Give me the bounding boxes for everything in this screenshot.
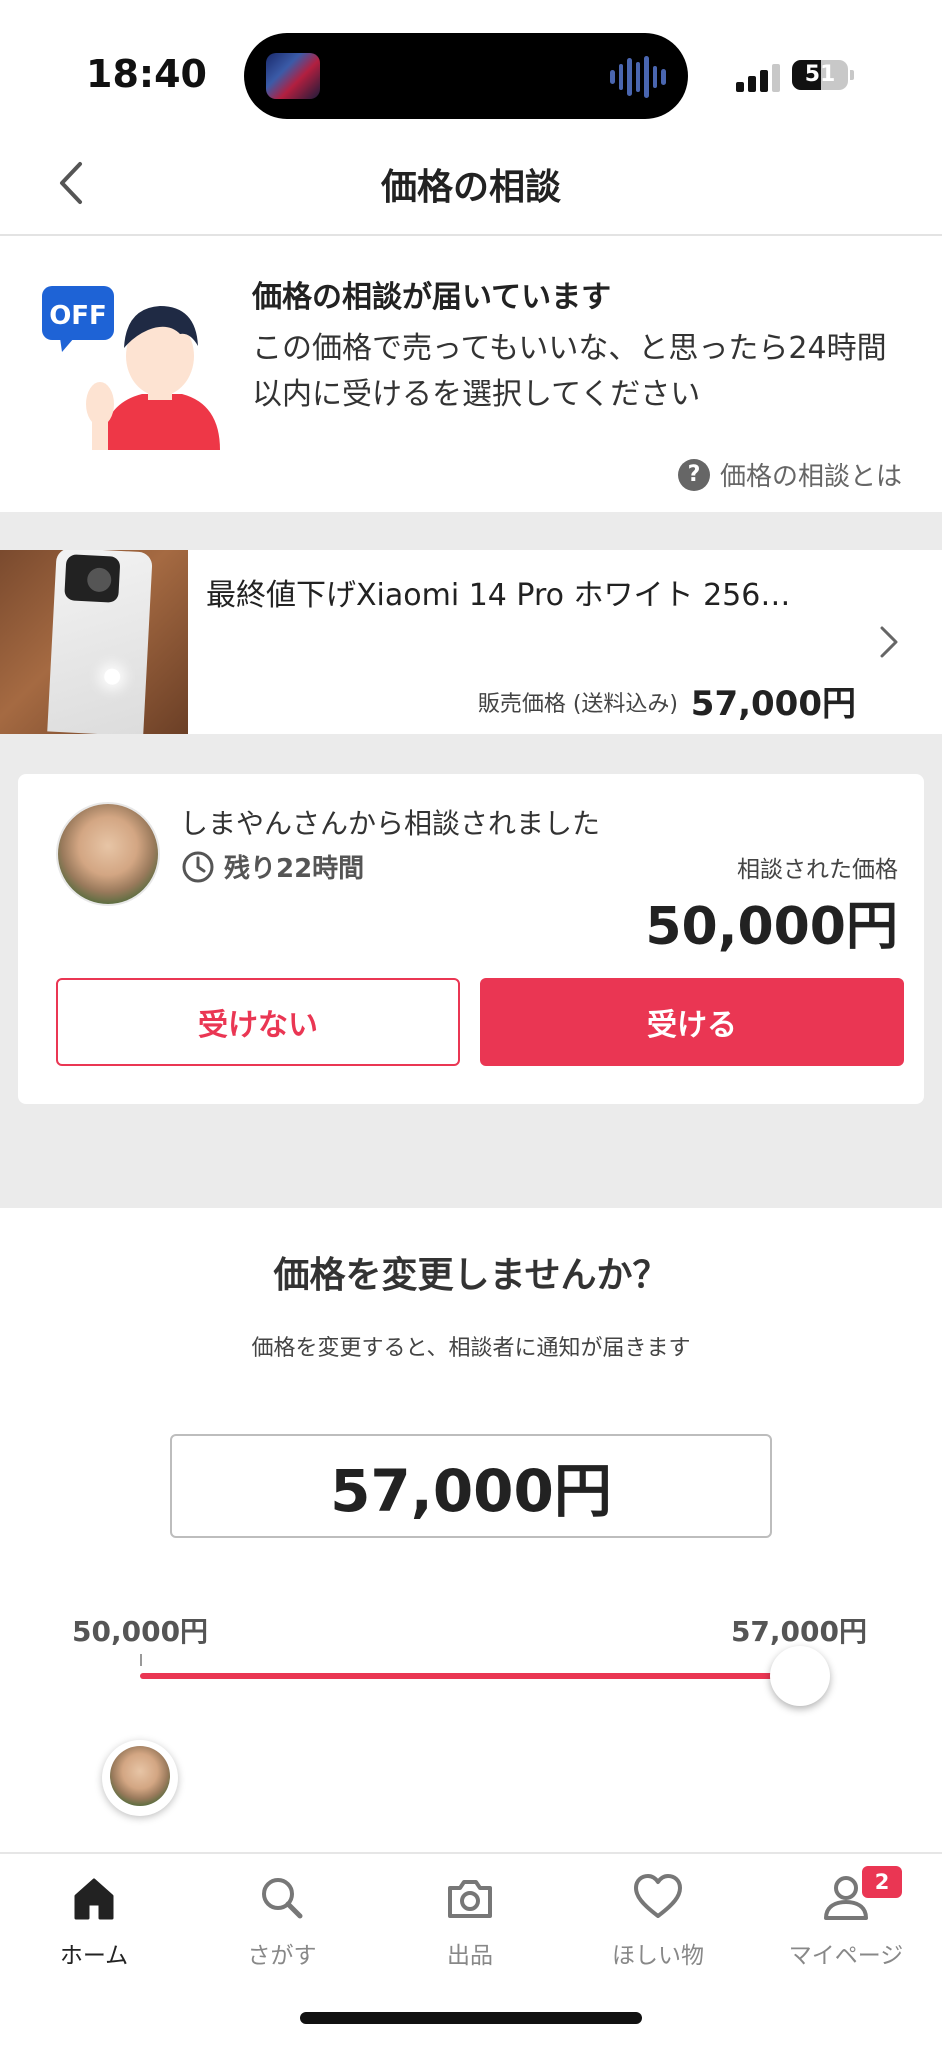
- price-input[interactable]: 57,000円: [170, 1434, 772, 1538]
- offered-price: 50,000円: [645, 897, 898, 957]
- notice-title: 価格の相談が届いています: [252, 280, 612, 315]
- help-link-label: 価格の相談とは: [719, 462, 902, 492]
- change-price-title: 価格を変更しませんか？: [273, 1255, 669, 1296]
- home-icon: [74, 1878, 114, 1920]
- audio-waveform-icon: [610, 55, 667, 99]
- slider-min-label: 50,000円: [72, 1615, 209, 1648]
- product-title: 最終値下げXiaomi 14 Pro ホワイト 256…: [206, 578, 791, 613]
- dynamic-island: [244, 33, 688, 119]
- offer-card: しまやんさんから相談されました 残り22時間 相談された価格 50,000円 受…: [18, 774, 924, 1104]
- product-row[interactable]: 最終値下げXiaomi 14 Pro ホワイト 256… 販売価格 (送料込み)…: [0, 550, 942, 734]
- home-indicator[interactable]: [300, 2012, 642, 2024]
- page-title: 価格の相談: [380, 167, 561, 208]
- now-playing-artwork: [266, 53, 320, 99]
- camera-icon: [448, 1880, 492, 1918]
- slider-max-label: 57,000円: [730, 1615, 867, 1648]
- battery-level: 51: [804, 62, 836, 87]
- price-slider-thumb[interactable]: [770, 1646, 830, 1706]
- help-link[interactable]: ? 価格の相談とは: [677, 456, 902, 493]
- product-thumbnail: [0, 550, 188, 734]
- battery-icon: 51: [792, 60, 848, 90]
- tab-mypage[interactable]: 2 マイページ: [752, 1866, 940, 1982]
- avatar: [110, 1746, 170, 1806]
- tab-sell-label: 出品: [447, 1943, 493, 1969]
- heart-icon: [634, 1874, 682, 1918]
- chevron-right-icon: [880, 626, 898, 658]
- notice-body: この価格で売ってもいいな、と思ったら24時間以内に受けるを選択してください: [252, 331, 887, 412]
- question-icon: ?: [677, 458, 710, 491]
- accept-button[interactable]: 受ける: [480, 978, 904, 1066]
- search-icon: [262, 1878, 303, 1919]
- navigation-bar: 価格の相談: [0, 130, 942, 236]
- tab-search-label: さがす: [247, 1943, 317, 1969]
- time-remaining-label: 残り22時間: [224, 854, 365, 884]
- status-bar: 18:40 51: [0, 0, 942, 130]
- tab-search[interactable]: さがす: [188, 1872, 376, 1982]
- tab-mypage-label: マイページ: [788, 1943, 904, 1969]
- sale-price: 57,000円: [690, 684, 856, 724]
- clock-icon: [182, 851, 214, 882]
- tab-sell[interactable]: 出品: [376, 1872, 564, 1982]
- avatar[interactable]: [56, 802, 160, 906]
- slider-offer-tick: [140, 1654, 142, 1666]
- tab-wishlist-label: ほしい物: [612, 1943, 704, 1969]
- notification-badge: 2: [862, 1866, 902, 1898]
- time-remaining: 残り22時間: [180, 848, 364, 885]
- change-price-subtitle: 価格を変更すると、相談者に通知が届きます: [251, 1336, 691, 1361]
- price-offer-illustration: OFF: [42, 286, 220, 450]
- offer-from-text: しまやんさんから相談されました: [180, 807, 601, 840]
- offered-price-label: 相談された価格: [737, 857, 898, 883]
- offerer-price-pin: [100, 1726, 180, 1818]
- sale-price-label: 販売価格 (送料込み): [477, 692, 678, 717]
- tab-wishlist[interactable]: ほしい物: [564, 1872, 752, 1982]
- offer-notice: OFF 価格の相談が届いています この価格で売ってもいいな、と思ったら24時間以…: [0, 236, 942, 512]
- decline-button[interactable]: 受けない: [56, 978, 460, 1066]
- status-time: 18:40: [86, 52, 207, 96]
- price-slider-fill: [140, 1673, 800, 1679]
- price-slider-track[interactable]: [140, 1673, 800, 1679]
- tab-home-label: ホーム: [59, 1943, 129, 1969]
- off-badge-text: OFF: [49, 301, 107, 331]
- cellular-signal-icon: [736, 62, 784, 92]
- tab-home[interactable]: ホーム: [0, 1872, 188, 1982]
